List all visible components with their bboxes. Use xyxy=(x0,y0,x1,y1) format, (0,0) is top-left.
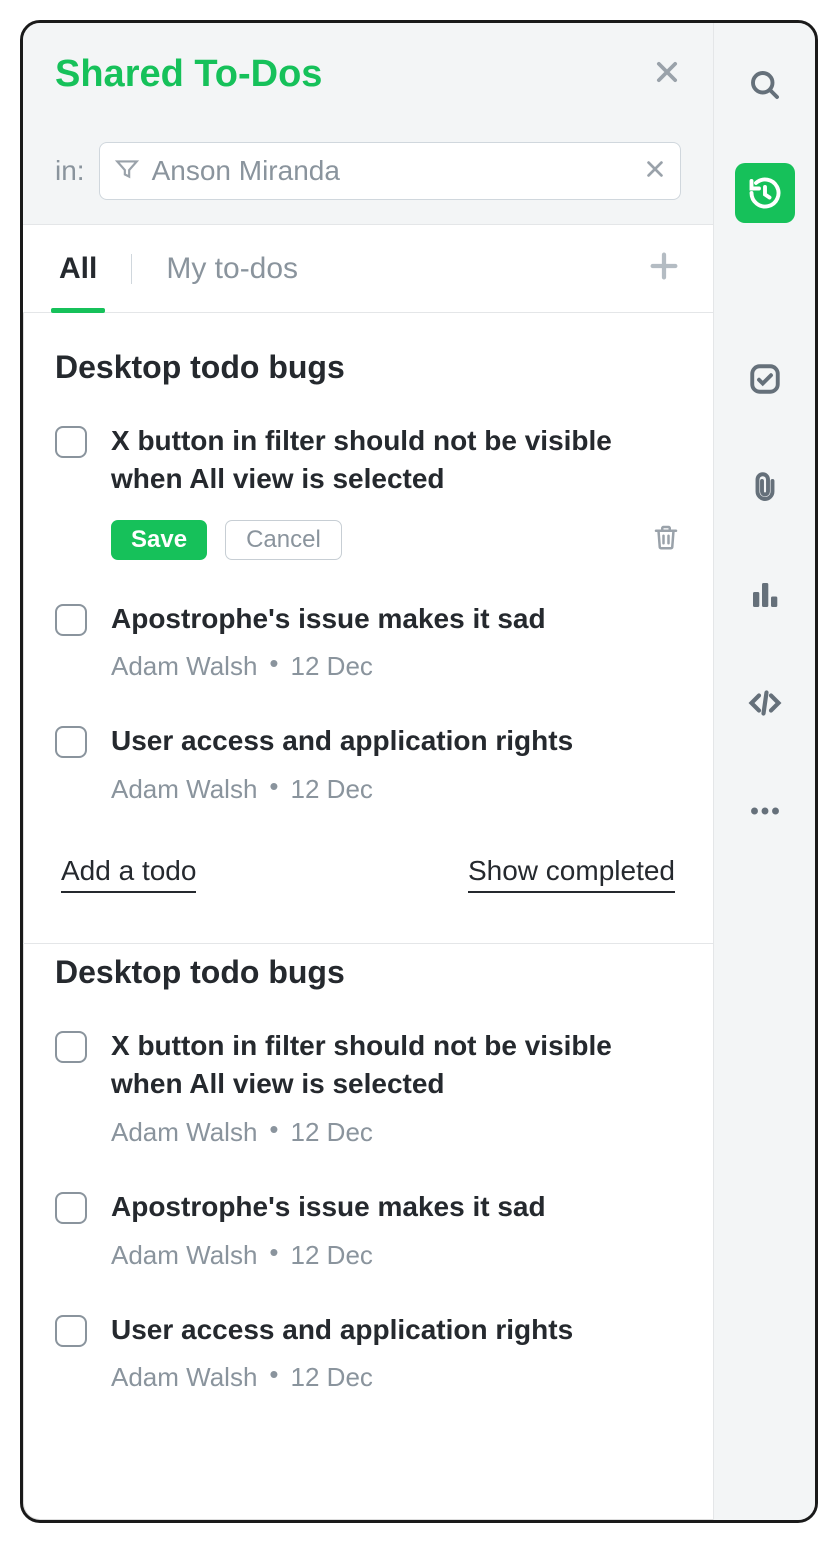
meta-separator: • xyxy=(269,1114,278,1144)
sidebar-more[interactable] xyxy=(735,781,795,841)
tab-separator xyxy=(131,254,132,284)
filter-icon xyxy=(114,156,140,187)
todo-body: X button in filter should not be visible… xyxy=(111,422,681,560)
todo-author: Adam Walsh xyxy=(111,651,257,681)
section-footer: Add a todo Show completed xyxy=(55,845,681,923)
add-todo-link[interactable]: Add a todo xyxy=(61,855,196,893)
todo-checkbox[interactable] xyxy=(55,1315,87,1347)
tab-my-todos[interactable]: My to-dos xyxy=(162,225,302,312)
main-column: Shared To-Dos in: Anson Miranda xyxy=(23,23,713,1520)
todo-date: 12 Dec xyxy=(291,774,373,804)
tab-all[interactable]: All xyxy=(55,225,101,312)
filter-row: in: Anson Miranda xyxy=(55,142,681,200)
todo-checkbox[interactable] xyxy=(55,1031,87,1063)
todo-meta: Adam Walsh • 12 Dec xyxy=(111,1240,681,1271)
meta-separator: • xyxy=(269,1237,278,1267)
save-button[interactable]: Save xyxy=(111,520,207,560)
meta-separator: • xyxy=(269,648,278,678)
todo-date: 12 Dec xyxy=(291,1240,373,1270)
cancel-button[interactable]: Cancel xyxy=(225,520,342,560)
todo-item: User access and application rights Adam W… xyxy=(55,722,681,805)
todo-item: X button in filter should not be visible… xyxy=(55,1027,681,1148)
todo-title[interactable]: Apostrophe's issue makes it sad xyxy=(111,1188,681,1226)
todo-edit-row: Save Cancel xyxy=(111,520,681,560)
todo-title[interactable]: X button in filter should not be visible… xyxy=(111,1027,681,1103)
todo-body: User access and application rights Adam W… xyxy=(111,1311,681,1394)
todo-author: Adam Walsh xyxy=(111,1117,257,1147)
sidebar-search[interactable] xyxy=(735,55,795,115)
todo-meta: Adam Walsh • 12 Dec xyxy=(111,1362,681,1393)
todo-meta: Adam Walsh • 12 Dec xyxy=(111,651,681,682)
todo-item: X button in filter should not be visible… xyxy=(55,422,681,560)
filter-input[interactable]: Anson Miranda xyxy=(99,142,681,200)
add-todo-button[interactable] xyxy=(647,249,681,288)
right-sidebar xyxy=(713,23,815,1520)
section-title: Desktop todo bugs xyxy=(55,954,681,991)
content-scroll[interactable]: Desktop todo bugs X button in filter shou… xyxy=(23,313,713,1520)
todo-author: Adam Walsh xyxy=(111,1240,257,1270)
todo-date: 12 Dec xyxy=(291,1362,373,1392)
show-completed-link[interactable]: Show completed xyxy=(468,855,675,893)
app-window: Shared To-Dos in: Anson Miranda xyxy=(20,20,818,1523)
todo-item: Apostrophe's issue makes it sad Adam Wals… xyxy=(55,1188,681,1271)
page-title: Shared To-Dos xyxy=(55,53,322,96)
todo-item: User access and application rights Adam W… xyxy=(55,1311,681,1394)
todo-date: 12 Dec xyxy=(291,1117,373,1147)
todo-checkbox[interactable] xyxy=(55,1192,87,1224)
sidebar-polls[interactable] xyxy=(735,565,795,625)
todo-body: Apostrophe's issue makes it sad Adam Wals… xyxy=(111,1188,681,1271)
header-top: Shared To-Dos xyxy=(55,53,681,96)
filter-value: Anson Miranda xyxy=(140,155,644,187)
todo-meta: Adam Walsh • 12 Dec xyxy=(111,1117,681,1148)
todo-meta: Adam Walsh • 12 Dec xyxy=(111,774,681,805)
filter-label: in: xyxy=(55,155,85,187)
sidebar-history[interactable] xyxy=(735,163,795,223)
sidebar-code[interactable] xyxy=(735,673,795,733)
todo-title[interactable]: User access and application rights xyxy=(111,722,681,760)
meta-separator: • xyxy=(269,771,278,801)
todo-checkbox[interactable] xyxy=(55,604,87,636)
todo-body: Apostrophe's issue makes it sad Adam Wals… xyxy=(111,600,681,683)
tab-mine-label: My to-dos xyxy=(166,252,298,286)
header: Shared To-Dos in: Anson Miranda xyxy=(23,23,713,225)
section-title: Desktop todo bugs xyxy=(55,349,681,386)
todo-body: User access and application rights Adam W… xyxy=(111,722,681,805)
tab-all-label: All xyxy=(59,252,97,286)
todo-author: Adam Walsh xyxy=(111,774,257,804)
todo-checkbox[interactable] xyxy=(55,426,87,458)
todo-item: Apostrophe's issue makes it sad Adam Wals… xyxy=(55,600,681,683)
todo-body: X button in filter should not be visible… xyxy=(111,1027,681,1148)
meta-separator: • xyxy=(269,1359,278,1389)
section: Desktop todo bugs X button in filter shou… xyxy=(23,349,713,944)
filter-clear-button[interactable] xyxy=(644,158,666,185)
delete-button[interactable] xyxy=(651,522,681,557)
tabs: All My to-dos xyxy=(23,225,713,313)
todo-author: Adam Walsh xyxy=(111,1362,257,1392)
sidebar-todos[interactable] xyxy=(735,349,795,409)
todo-title[interactable]: X button in filter should not be visible… xyxy=(111,422,681,498)
todo-date: 12 Dec xyxy=(291,651,373,681)
section: Desktop todo bugs X button in filter shou… xyxy=(23,954,713,1453)
todo-title[interactable]: Apostrophe's issue makes it sad xyxy=(111,600,681,638)
close-button[interactable] xyxy=(653,58,681,91)
todo-checkbox[interactable] xyxy=(55,726,87,758)
sidebar-attachments[interactable] xyxy=(735,457,795,517)
todo-title[interactable]: User access and application rights xyxy=(111,1311,681,1349)
